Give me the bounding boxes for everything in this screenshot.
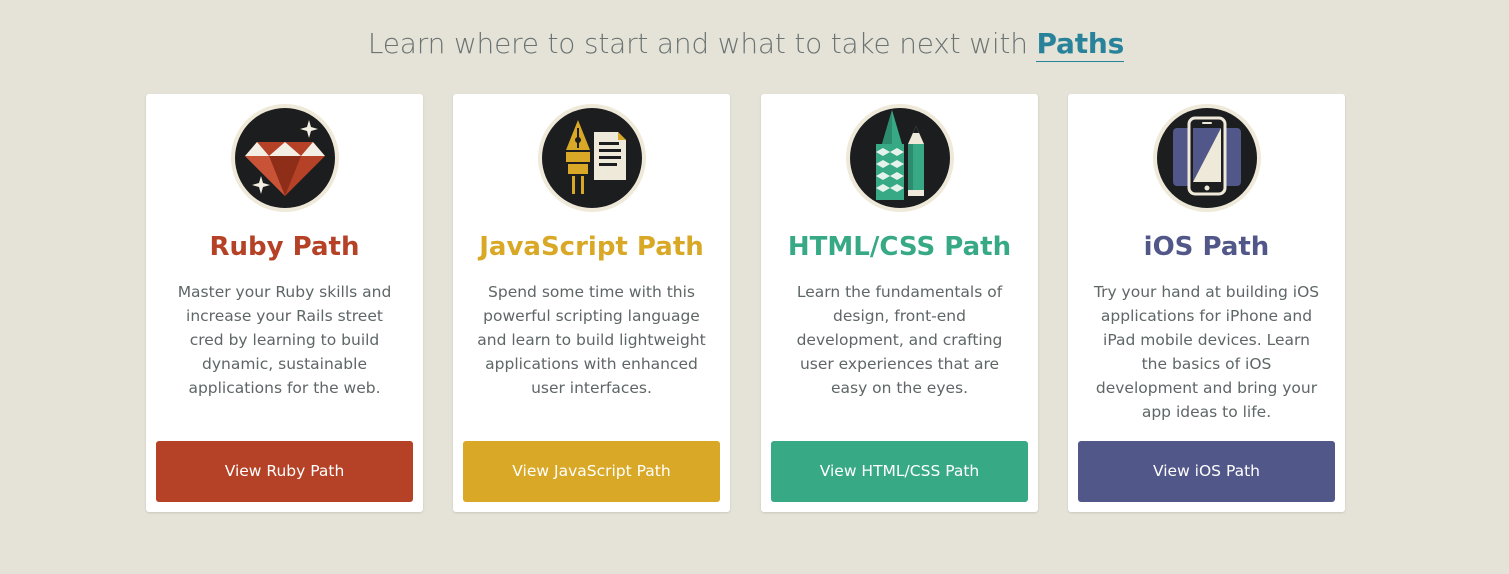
section-heading: Learn where to start and what to take ne… [0, 22, 1492, 66]
html-css-path-card: HTML/CSS Path Learn the fundamentals of … [761, 94, 1038, 512]
card-title: Ruby Path [209, 232, 360, 262]
paths-link[interactable]: Paths [1036, 27, 1124, 62]
card-description: Learn the fundamentals of design, front-… [796, 283, 1003, 397]
view-html-css-path-button[interactable]: View HTML/CSS Path [771, 441, 1028, 502]
card-description: Spend some time with this powerful scrip… [477, 283, 706, 397]
paths-section: Learn where to start and what to take ne… [0, 0, 1509, 574]
ruby-path-card: Ruby Path Master your Ruby skills and in… [146, 94, 423, 512]
ruby-gem-icon [231, 104, 339, 212]
ios-path-card: iOS Path Try your hand at building iOS a… [1068, 94, 1345, 512]
card-title: iOS Path [1143, 232, 1270, 262]
view-ios-path-button[interactable]: View iOS Path [1078, 441, 1335, 502]
mobile-devices-icon [1153, 104, 1261, 212]
card-title: HTML/CSS Path [787, 232, 1012, 262]
heading-text: Learn where to start and what to take ne… [367, 27, 1028, 60]
pen-pencil-icon [846, 104, 954, 212]
card-title: JavaScript Path [479, 232, 704, 262]
view-javascript-path-button[interactable]: View JavaScript Path [463, 441, 720, 502]
pen-nib-document-icon [538, 104, 646, 212]
card-description: Try your hand at building iOS applicatio… [1093, 283, 1320, 421]
javascript-path-card: JavaScript Path Spend some time with thi… [453, 94, 730, 512]
card-description: Master your Ruby skills and increase you… [177, 283, 392, 397]
view-ruby-path-button[interactable]: View Ruby Path [156, 441, 413, 502]
